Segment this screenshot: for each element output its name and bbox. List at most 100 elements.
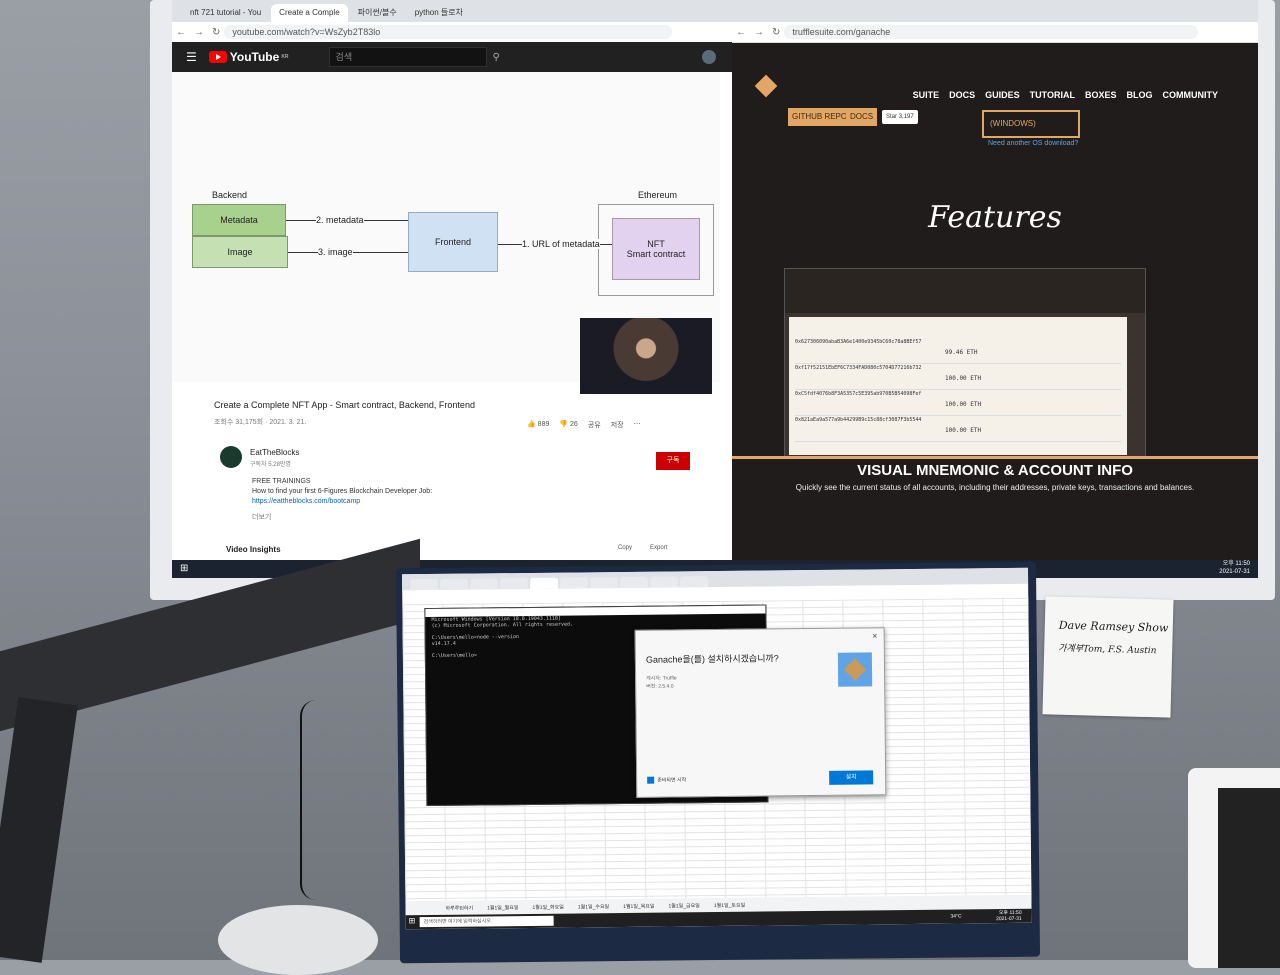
laptop-tab[interactable] <box>620 576 649 589</box>
monitor-clock: 오후 11:50 2021-07-31 <box>1219 560 1250 576</box>
youtube-search-input[interactable]: 검색 <box>328 47 487 67</box>
ganache-account-list: 0x627306090abaB3A6e1400e9345bC60c78a8BEf… <box>789 317 1127 455</box>
video-meta: 조회수 31,175회 · 2021. 3. 21. <box>214 419 307 426</box>
laptop-tab[interactable] <box>470 578 499 590</box>
search-icon[interactable]: ⚲ <box>493 52 500 63</box>
account-address: 0x627306090abaB3A6e1400e9345bC60c78a8BEf… <box>795 339 922 345</box>
video-insights-panel: Video Insights <box>226 545 281 554</box>
save-button[interactable]: 저장 <box>611 420 624 430</box>
video-actions: 👍 889 👎 26 공유 저장 ⋯ <box>527 420 641 430</box>
account-row: 0xC5fdf4076b8F3A5357c5E395ab970B5B54098F… <box>795 391 1121 416</box>
youtube-header: ☰ YouTube KR 검색 ⚲ <box>172 42 732 72</box>
laptop-tab[interactable] <box>500 577 529 590</box>
reload-icon[interactable]: ↻ <box>772 27 780 38</box>
nav-blog[interactable]: BLOG <box>1127 90 1153 100</box>
like-button[interactable]: 👍 889 <box>527 420 549 430</box>
laptop-tab[interactable] <box>410 578 439 591</box>
nav-guides[interactable]: GUIDES <box>985 90 1020 100</box>
desk-container <box>218 905 378 975</box>
github-repo-button[interactable]: GITHUB REPO <box>788 108 852 126</box>
account-balance: 100.00 ETH <box>945 427 982 434</box>
laptop-tab[interactable] <box>590 577 619 589</box>
weather-widget[interactable]: 34°C <box>950 913 961 919</box>
more-icon[interactable]: ⋯ <box>634 420 641 430</box>
channel-avatar[interactable] <box>220 446 242 468</box>
visual-mnemonic-heading: VISUAL MNEMONIC & ACCOUNT INFO <box>857 462 1133 479</box>
sheet-tab[interactable]: 1월1일_목요일 <box>623 902 654 909</box>
sheet-tab[interactable]: 1월1일_수요일 <box>578 903 609 910</box>
show-more-link[interactable]: 더보기 <box>252 512 271 522</box>
sheet-tab[interactable]: 1월1일_화요일 <box>532 903 563 910</box>
share-button[interactable]: 공유 <box>588 420 601 430</box>
laptop-tab[interactable] <box>440 578 469 590</box>
url-field[interactable]: youtube.com/watch?v=WsZyb2T83lo <box>224 25 672 39</box>
taskbar-search-input[interactable]: 검색하려면 여기에 입력하십시오. <box>419 915 554 928</box>
forward-icon[interactable]: → <box>754 27 764 38</box>
tab-python[interactable]: 파이썬/블수 <box>350 4 405 22</box>
nav-boxes[interactable]: BOXES <box>1085 90 1117 100</box>
launch-when-ready-checkbox[interactable] <box>647 776 655 784</box>
laptop-tab-active[interactable] <box>530 577 559 589</box>
menu-icon[interactable]: ☰ <box>186 50 197 64</box>
subscribe-button[interactable]: 구독 <box>656 452 690 470</box>
account-address: 0xC5fdf4076b8F3A5357c5E395ab970B5B54098F… <box>795 391 922 397</box>
ganache-browser-window: ← → ↻ trufflesuite.com/ganache SUITE DOC… <box>732 0 1258 560</box>
star-label: Star <box>886 114 898 120</box>
copy-button[interactable]: Copy <box>618 545 632 551</box>
laptop-tab-bar <box>402 567 1029 591</box>
back-icon[interactable]: ← <box>176 27 186 38</box>
ganache-app-toolbar <box>785 269 1145 313</box>
dislike-count: 26 <box>570 421 578 428</box>
install-button[interactable]: 설치 <box>829 770 874 785</box>
github-star-button[interactable]: Star 3,197 <box>882 110 918 124</box>
metadata-edge-label: 2. metadata <box>316 215 364 225</box>
laptop-tab[interactable] <box>560 577 589 589</box>
ganache-tab-bar <box>732 0 1258 22</box>
account-balance: 100.00 ETH <box>945 375 982 382</box>
export-button[interactable]: Export <box>650 545 667 551</box>
docs-button[interactable]: DOCS <box>846 108 878 126</box>
laptop-tab[interactable] <box>650 576 679 588</box>
back-icon[interactable]: ← <box>736 27 746 38</box>
sheet-tab[interactable]: 1월1일_월요일 <box>487 904 518 911</box>
ganache-app-icon <box>837 652 873 687</box>
windows-start-icon[interactable]: ⊞ <box>180 563 188 574</box>
tab-create-nft-app[interactable]: Create a Comple <box>271 4 348 22</box>
webcam-overlay <box>580 318 712 394</box>
nav-suite[interactable]: SUITE <box>913 90 940 100</box>
launch-when-ready-label: 준비되면 시작 <box>657 777 687 784</box>
install-dialog-title: Ganache을(를) 설치하시겠습니까? <box>645 653 779 665</box>
bootcamp-link[interactable]: https://eattheblocks.com/bootcamp <box>252 498 360 505</box>
backend-label: Backend <box>212 190 248 200</box>
dislike-button[interactable]: 👎 26 <box>559 420 577 430</box>
laptop-clock: 오후 11:50 2021-07-31 <box>996 910 1022 922</box>
subscriber-count: 구독자 5.28만명 <box>250 462 291 468</box>
youtube-logo[interactable]: YouTube KR <box>208 50 289 64</box>
windows-start-icon[interactable]: ⊞ <box>409 916 416 925</box>
laptop: Microsoft Windows [Version 10.0.19043.11… <box>395 561 1041 964</box>
desc-line1: FREE TRAININGS <box>252 478 311 485</box>
other-os-link[interactable]: Need another OS download? <box>988 140 1078 147</box>
sticky-note: Dave Ramsey Show 가계부Tom, F.S. Austin <box>1042 596 1174 718</box>
avatar[interactable] <box>702 50 716 64</box>
close-icon[interactable]: ✕ <box>872 632 878 640</box>
url-field[interactable]: trufflesuite.com/ganache <box>784 25 1198 39</box>
ganache-install-dialog: ✕ Ganache을(를) 설치하시겠습니까? 게시자: Truffle 버전:… <box>634 627 887 798</box>
sheet-tab[interactable]: 하루루틴하기 <box>445 904 473 911</box>
nft-line2: Smart contract <box>626 249 686 259</box>
address-bar: ← → ↻ youtube.com/watch?v=WsZyb2T83lo <box>172 22 732 43</box>
download-windows-button[interactable]: (WINDOWS) <box>982 110 1080 138</box>
sheet-tab[interactable]: 1월1일_금요일 <box>668 902 699 909</box>
installer-version: 버전: 2.5.4.0 <box>646 683 674 690</box>
reload-icon[interactable]: ↻ <box>212 27 220 38</box>
nav-tutorial[interactable]: TUTORIAL <box>1030 90 1075 100</box>
forward-icon[interactable]: → <box>194 27 204 38</box>
tab-python-2[interactable]: python 들로차 <box>407 4 471 22</box>
truffle-nav: SUITE DOCS GUIDES TUTORIAL BOXES BLOG CO… <box>732 80 1258 110</box>
sheet-tab[interactable]: 1월1일_토요일 <box>714 901 745 908</box>
tab-nft-tutorial[interactable]: nft 721 tutorial - You <box>182 4 269 22</box>
nav-docs[interactable]: DOCS <box>949 90 975 100</box>
laptop-tab[interactable] <box>680 576 709 588</box>
nav-community[interactable]: COMMUNITY <box>1163 90 1219 100</box>
channel-name[interactable]: EatTheBlocks <box>250 448 299 457</box>
